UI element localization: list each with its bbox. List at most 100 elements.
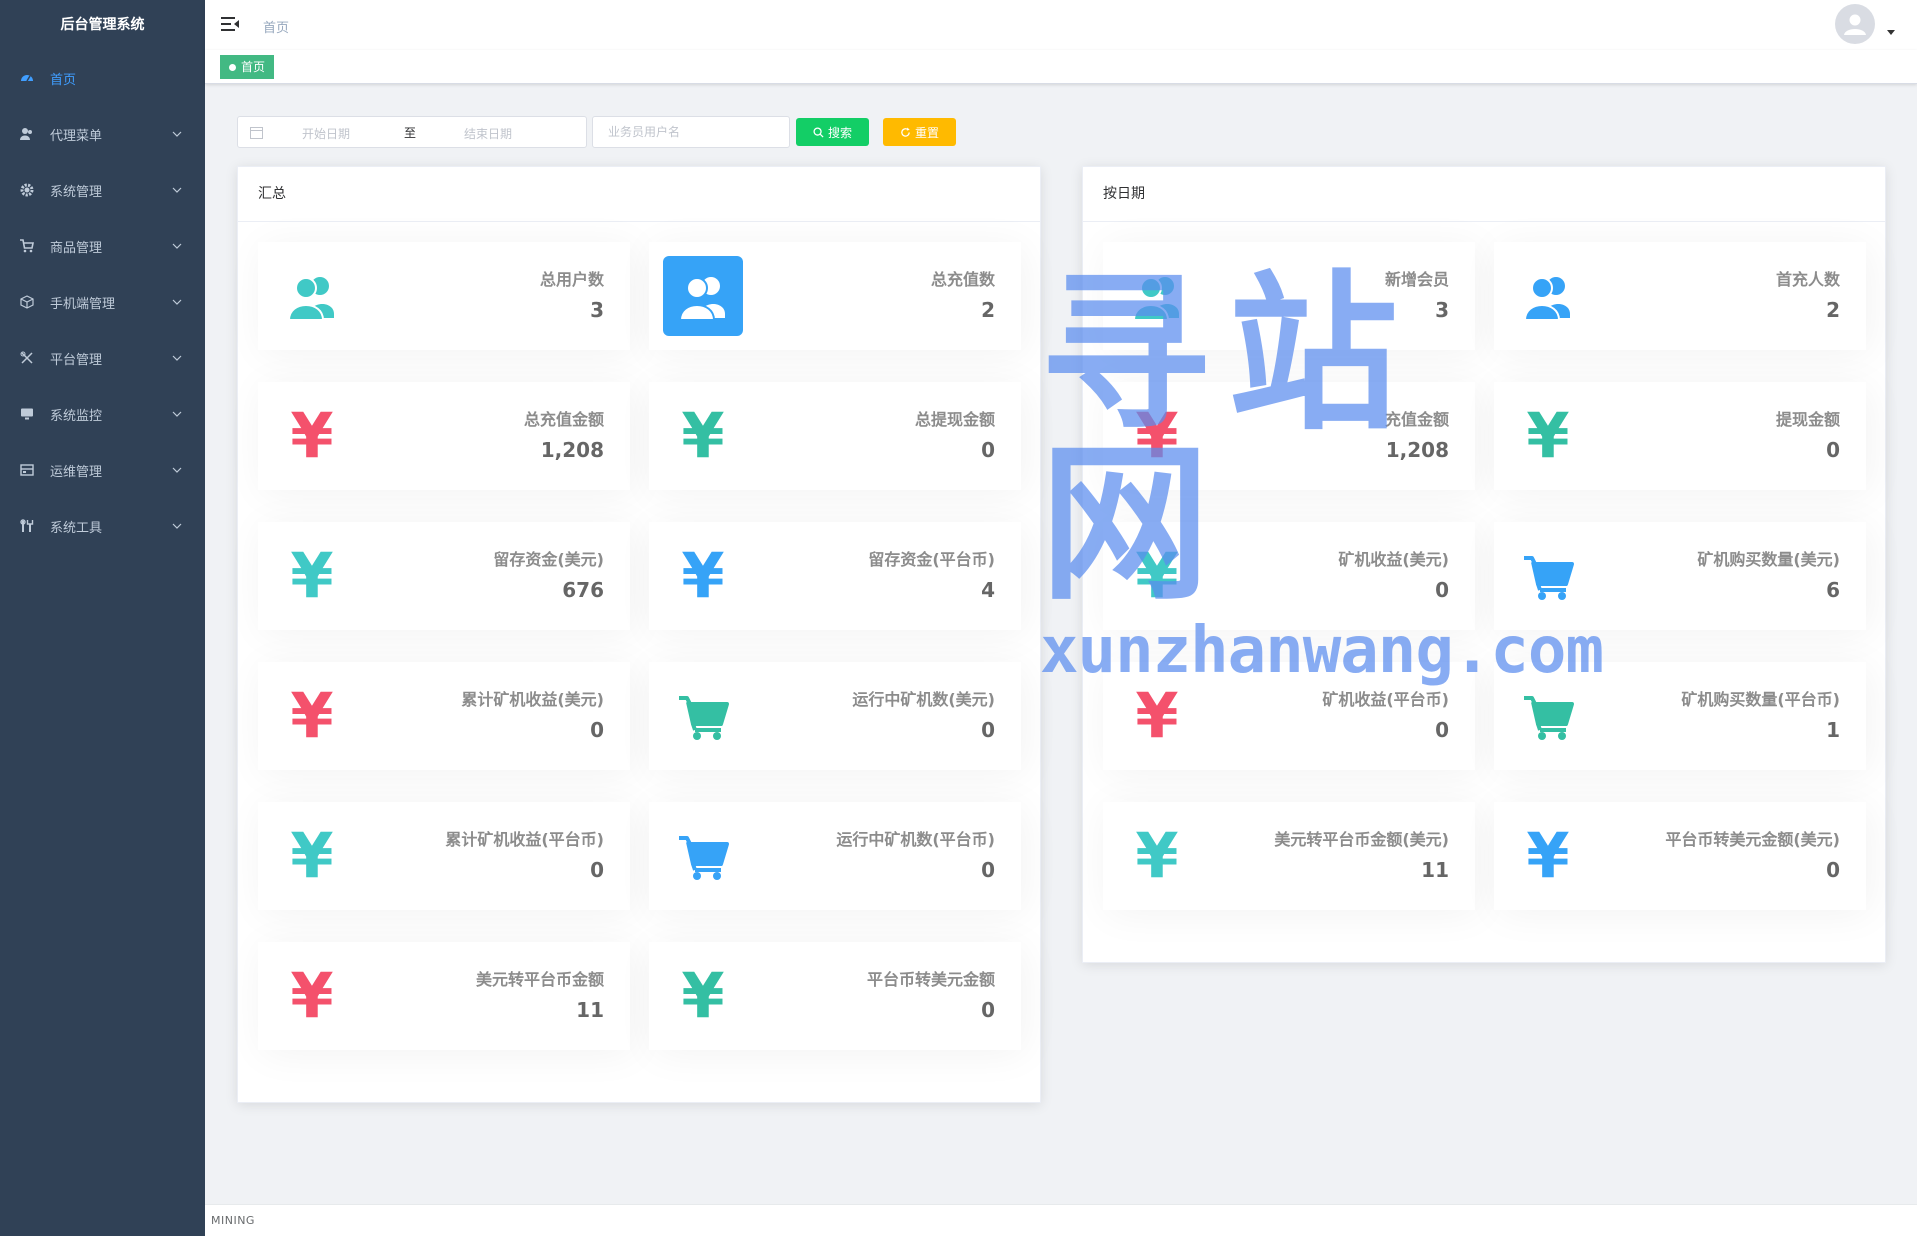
user-avatar-icon (1844, 14, 1866, 35)
stat-card-label: 运行中矿机数(美元) (852, 690, 995, 709)
sidebar-item-8[interactable]: 系统工具 (0, 498, 205, 554)
stat-card[interactable]: ¥ 平台币转美元金额(美元) 0 (1494, 802, 1866, 910)
stat-card[interactable]: ¥ 总提现金额 0 (649, 382, 1021, 490)
start-date-input[interactable]: 开始日期 (302, 125, 350, 142)
date-range-picker[interactable]: 开始日期 至 结束日期 (237, 116, 587, 148)
user-icon (20, 127, 34, 141)
active-dot-icon (229, 63, 236, 71)
stat-card[interactable]: 总用户数 3 (258, 242, 630, 350)
stat-card-icon (1117, 256, 1197, 336)
stat-card-icon (1508, 676, 1588, 756)
stat-card-label: 充值金额 (1384, 410, 1449, 429)
sidebar-item-7[interactable]: 运维管理 (0, 442, 205, 498)
stat-card[interactable]: ¥ 矿机收益(美元) 0 (1103, 522, 1475, 630)
sidebar-item-5[interactable]: 平台管理 (0, 330, 205, 386)
stat-card[interactable]: ¥ 累计矿机收益(美元) 0 (258, 662, 630, 770)
stat-card-value: 1 (1826, 718, 1840, 742)
sidebar-item-1[interactable]: 代理菜单 (0, 106, 205, 162)
stat-card[interactable]: 运行中矿机数(美元) 0 (649, 662, 1021, 770)
chevron-down-icon (172, 187, 182, 193)
users-icon (1523, 277, 1570, 321)
chevron-down-icon (172, 411, 182, 417)
stat-card[interactable]: 首充人数 2 (1494, 242, 1866, 350)
stat-card-icon: ¥ (272, 676, 352, 756)
footer: MINING (205, 1204, 1917, 1236)
stat-card[interactable]: ¥ 美元转平台币金额(美元) 11 (1103, 802, 1475, 910)
stat-card[interactable]: 矿机购买数量(平台币) 1 (1494, 662, 1866, 770)
sidebar-item-label: 首页 (50, 72, 77, 88)
sidebar-item-3[interactable]: 商品管理 (0, 218, 205, 274)
stat-card[interactable]: 矿机购买数量(美元) 6 (1494, 522, 1866, 630)
stat-card-value: 1,208 (1385, 438, 1449, 462)
yen-icon: ¥ (290, 959, 334, 1032)
stat-card-icon: ¥ (1508, 816, 1588, 896)
stat-card[interactable]: ¥ 平台币转美元金额 0 (649, 942, 1021, 1050)
stat-card[interactable]: ¥ 矿机收益(平台币) 0 (1103, 662, 1475, 770)
sidebar-item-0[interactable]: 首页 (0, 50, 205, 106)
sidebar: 后台管理系统 首页代理菜单 系统管理 商品管理手机端管理平台管理系统监控运维管理系统… (0, 0, 205, 1236)
stat-card[interactable]: ¥ 留存资金(美元) 676 (258, 522, 630, 630)
tag-home-label: 首页 (241, 60, 266, 74)
yen-icon: ¥ (290, 399, 334, 472)
stat-card-value: 3 (1435, 298, 1449, 322)
chevron-down-icon (172, 243, 182, 249)
avatar[interactable] (1835, 4, 1875, 44)
stat-card[interactable]: ¥ 提现金额 0 (1494, 382, 1866, 490)
reset-button[interactable]: 重置 (883, 118, 956, 146)
sidebar-item-label: 手机端管理 (50, 296, 116, 312)
hamburger-icon[interactable] (221, 15, 239, 33)
stat-card-label: 新增会员 (1384, 270, 1449, 289)
gear-icon (20, 183, 34, 197)
stat-card-icon (663, 676, 743, 756)
chevron-down-icon (172, 523, 182, 529)
stat-card[interactable]: ¥ 留存资金(平台币) 4 (649, 522, 1021, 630)
sidebar-item-6[interactable]: 系统监控 (0, 386, 205, 442)
tools-icon (20, 351, 34, 365)
wrench-icon (20, 519, 34, 533)
summary-panel: 汇总 总用户数 3 总充值数 2 ¥ 总充值金额 1,208 ¥ 总提现金额 0… (237, 166, 1041, 1103)
stat-card-icon: ¥ (663, 536, 743, 616)
yen-icon: ¥ (681, 959, 725, 1032)
stat-card-value: 0 (1826, 438, 1840, 462)
stat-card-value: 0 (981, 998, 995, 1022)
stat-card[interactable]: 总充值数 2 (649, 242, 1021, 350)
stat-card-icon: ¥ (272, 956, 352, 1036)
stat-card[interactable]: 运行中矿机数(平台币) 0 (649, 802, 1021, 910)
stat-card-icon: ¥ (663, 396, 743, 476)
stat-card-icon (1508, 536, 1588, 616)
cart-icon (20, 239, 34, 253)
stat-card-label: 留存资金(平台币) (868, 550, 995, 569)
yen-icon: ¥ (1526, 819, 1570, 892)
stat-card-label: 运行中矿机数(平台币) (836, 830, 995, 849)
sidebar-item-4[interactable]: 手机端管理 (0, 274, 205, 330)
breadcrumb: 首页 (263, 21, 290, 36)
stat-card[interactable]: ¥ 充值金额 1,208 (1103, 382, 1475, 490)
stat-card[interactable]: ¥ 累计矿机收益(平台币) 0 (258, 802, 630, 910)
stat-card-label: 矿机购买数量(美元) (1697, 550, 1840, 569)
salesman-username-input[interactable] (592, 116, 790, 148)
sidebar-item-label: 平台管理 (50, 352, 103, 368)
users-icon (678, 277, 725, 321)
sidebar-item-label: 系统监控 (50, 408, 103, 424)
yen-icon: ¥ (1135, 539, 1179, 612)
yen-icon: ¥ (681, 539, 725, 612)
stat-card[interactable]: 新增会员 3 (1103, 242, 1475, 350)
stat-card-icon (1508, 256, 1588, 336)
sidebar-item-2[interactable]: 系统管理 (0, 162, 205, 218)
range-separator: 至 (404, 126, 417, 140)
stat-card-label: 矿机收益(美元) (1338, 550, 1449, 569)
stat-card-value: 6 (1826, 578, 1840, 602)
stat-card-label: 平台币转美元金额(美元) (1665, 830, 1840, 849)
by-date-panel-title: 按日期 (1083, 167, 1885, 222)
cart-icon (679, 696, 729, 740)
sidebar-item-label: 运维管理 (50, 464, 103, 480)
caret-down-icon[interactable] (1887, 28, 1895, 36)
stat-card[interactable]: ¥ 总充值金额 1,208 (258, 382, 630, 490)
end-date-input[interactable]: 结束日期 (464, 125, 512, 142)
tag-home[interactable]: 首页 (220, 55, 275, 79)
search-button[interactable]: 搜索 (796, 118, 869, 146)
stat-card-label: 提现金额 (1775, 410, 1840, 429)
stat-card-value: 0 (1826, 858, 1840, 882)
sidebar-title: 后台管理系统 (60, 17, 145, 33)
stat-card[interactable]: ¥ 美元转平台币金额 11 (258, 942, 630, 1050)
